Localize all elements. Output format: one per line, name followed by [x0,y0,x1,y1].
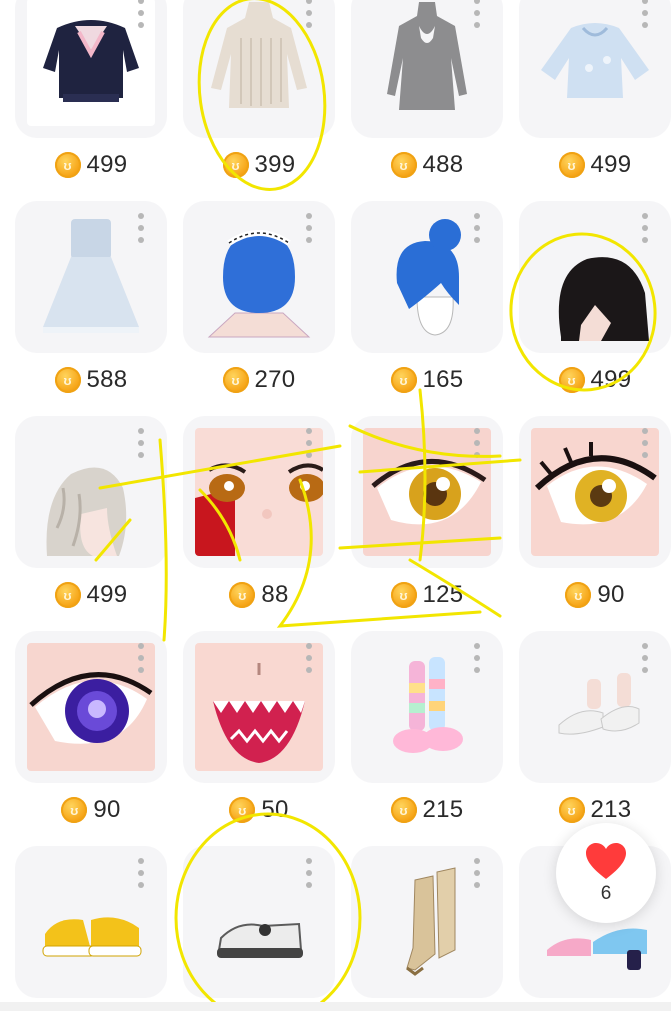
price-value: 499 [590,366,632,393]
more-options-button[interactable] [473,858,481,888]
favorites-count: 6 [600,883,612,904]
price-tag: ʊ 88 [183,580,335,610]
price-tag: ʊ 499 [15,580,167,610]
price-value: 499 [590,151,632,178]
price-tag: ʊ 399 [183,150,335,180]
price-tag: ʊ 499 [15,150,167,180]
price-value: 399 [254,151,296,178]
coin-icon: ʊ [229,582,256,608]
more-options-button[interactable] [641,213,649,243]
price-value: 90 [597,581,625,608]
more-options-button[interactable] [305,643,313,673]
price-tag: ʊ 488 [351,150,503,180]
price-tag: ʊ 499 [519,150,671,180]
grey-halter-dress-icon [363,0,491,126]
coin-icon: ʊ [54,367,81,393]
price-value: 88 [261,581,289,608]
coin-icon: ʊ [558,152,585,178]
price-value: 588 [86,366,128,393]
white-heels-icon [531,643,659,771]
coin-icon: ʊ [390,152,417,178]
golden-eye-icon [363,428,491,556]
price-value: 50 [261,796,289,823]
white-platform-shoes-icon [195,858,323,986]
coin-icon: ʊ [565,582,592,608]
price-value: 213 [590,796,632,823]
tan-boots-icon [363,858,491,986]
more-options-button[interactable] [305,213,313,243]
navy-sailor-top-icon [27,0,155,126]
more-options-button[interactable] [137,858,145,888]
more-options-button[interactable] [473,0,481,28]
price-tag: ʊ 499 [519,365,671,395]
coin-icon: ʊ [54,152,81,178]
more-options-button[interactable] [137,0,145,28]
more-options-button[interactable] [641,643,649,673]
blue-bob-hair-icon [195,213,323,341]
yellow-sneakers-icon [27,858,155,986]
more-options-button[interactable] [305,428,313,458]
golden-eye-lashes-icon [531,428,659,556]
more-options-button[interactable] [305,0,313,28]
more-options-button[interactable] [473,213,481,243]
coin-icon: ʊ [229,797,256,823]
price-tag: ʊ 270 [183,365,335,395]
more-options-button[interactable] [641,428,649,458]
purple-skull-eye-icon [27,643,155,771]
rainbow-socks-icon [363,643,491,771]
white-strapless-dress-icon [27,213,155,341]
blue-bun-hair-icon [363,213,491,341]
price-value: 488 [422,151,464,178]
coin-icon: ʊ [558,797,585,823]
beige-knit-dress-icon [195,0,323,126]
coin-icon: ʊ [54,582,81,608]
bottom-edge [0,1002,671,1011]
more-options-button[interactable] [305,858,313,888]
silver-wavy-hair-icon [27,428,155,556]
price-value: 125 [422,581,464,608]
price-tag: ʊ 213 [519,795,671,825]
more-options-button[interactable] [137,643,145,673]
price-value: 270 [254,366,296,393]
price-tag: ʊ 215 [351,795,503,825]
more-options-button[interactable] [641,0,649,28]
heart-icon [586,843,626,879]
coin-icon: ʊ [390,582,417,608]
price-tag: ʊ 165 [351,365,503,395]
more-options-button[interactable] [137,428,145,458]
price-value: 499 [86,151,128,178]
coin-icon: ʊ [390,797,417,823]
price-tag: ʊ 90 [519,580,671,610]
more-options-button[interactable] [473,643,481,673]
price-value: 165 [422,366,464,393]
price-value: 499 [86,581,128,608]
price-tag: ʊ 50 [183,795,335,825]
price-tag: ʊ 588 [15,365,167,395]
anime-face-icon [195,428,323,556]
shark-mouth-icon [195,643,323,771]
price-value: 215 [422,796,464,823]
coin-icon: ʊ [390,367,417,393]
price-tag: ʊ 125 [351,580,503,610]
more-options-button[interactable] [137,213,145,243]
coin-icon: ʊ [558,367,585,393]
black-long-hair-icon [531,213,659,341]
favorites-button[interactable]: 6 [556,823,656,923]
coin-icon: ʊ [61,797,88,823]
more-options-button[interactable] [473,428,481,458]
light-blue-sweater-icon [531,0,659,126]
coin-icon: ʊ [222,367,249,393]
price-value: 90 [93,796,121,823]
price-tag: ʊ 90 [15,795,167,825]
coin-icon: ʊ [222,152,249,178]
